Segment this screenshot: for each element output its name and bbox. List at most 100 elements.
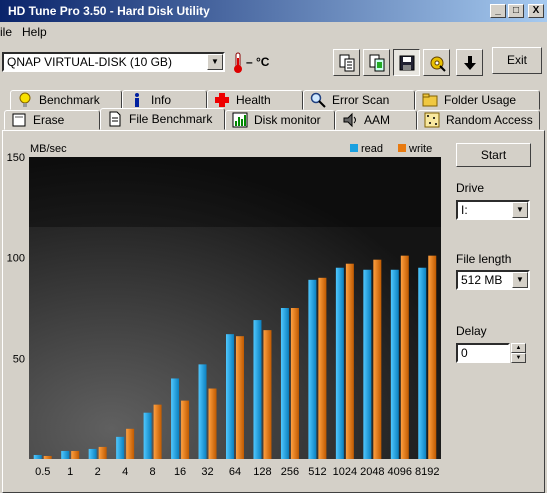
x-tick-label: 2048: [360, 466, 384, 478]
drive-combo-value: I:: [461, 203, 468, 217]
legend-read-swatch: [350, 144, 358, 152]
x-tick-label: 1024: [333, 466, 357, 478]
bar-read: [33, 454, 42, 459]
tab-health-label: Health: [236, 93, 271, 107]
tab-benchmark[interactable]: Benchmark: [10, 90, 122, 110]
bar-read: [308, 279, 317, 459]
copy-text-icon: [339, 54, 354, 71]
menu-file[interactable]: ile: [0, 25, 12, 39]
bar-read: [280, 308, 289, 459]
chevron-down-icon[interactable]: ▼: [512, 272, 528, 288]
bar-read: [88, 448, 97, 459]
delay-down-button[interactable]: ▼: [511, 353, 526, 363]
delay-input[interactable]: 0: [456, 343, 510, 363]
bar-read: [143, 412, 152, 459]
x-tick-label: 512: [308, 466, 326, 478]
menu-bar: ile Help: [0, 22, 547, 41]
close-button[interactable]: X: [528, 4, 544, 18]
x-tick-label: 4096: [388, 466, 412, 478]
erase-icon: [12, 113, 26, 127]
bar-read: [116, 436, 125, 459]
bar-write: [236, 336, 244, 459]
x-tick-label: 0.5: [35, 466, 50, 478]
x-tick-label: 256: [281, 466, 299, 478]
y-tick-label: 100: [7, 253, 25, 265]
file-length-combo[interactable]: 512 MB ▼: [456, 270, 530, 290]
bar-write: [373, 259, 382, 459]
temperature-readout: – °C: [246, 55, 270, 69]
bar-write: [290, 308, 299, 459]
speaker-icon: [343, 112, 356, 128]
x-tick-label: 32: [201, 466, 213, 478]
x-tick-label: 1: [67, 466, 73, 478]
legend-read-label: read: [361, 143, 383, 155]
file-length-label: File length: [456, 252, 512, 266]
x-tick-label: 64: [229, 466, 241, 478]
drive-selector[interactable]: QNAP VIRTUAL-DISK (10 GB) ▼: [2, 52, 225, 72]
tab-health[interactable]: Health: [207, 90, 303, 110]
minimize-button[interactable]: _: [490, 4, 506, 18]
info-icon: [135, 93, 139, 107]
exit-button[interactable]: Exit: [492, 47, 542, 74]
chevron-down-icon[interactable]: ▼: [512, 202, 528, 218]
bar-read: [253, 320, 262, 459]
bar-write: [71, 450, 80, 459]
tab-info[interactable]: Info: [122, 90, 207, 110]
tab-aam[interactable]: AAM: [335, 110, 417, 130]
copy-text-button[interactable]: [333, 49, 360, 76]
bar-write: [345, 263, 354, 459]
tab-benchmark-label: Benchmark: [39, 93, 100, 107]
health-cross-icon: [215, 93, 229, 107]
bar-write: [98, 446, 107, 459]
tab-folder-usage[interactable]: Folder Usage: [415, 90, 540, 110]
magnifier-icon: [310, 92, 326, 108]
legend-write-swatch: [398, 144, 406, 152]
plot-top-band: [29, 157, 441, 227]
bar-read: [390, 269, 399, 459]
legend-write-label: write: [408, 143, 432, 155]
bar-read: [61, 450, 70, 459]
y-tick-label: 150: [7, 152, 25, 164]
tab-folder-usage-label: Folder Usage: [444, 93, 517, 107]
maximize-button[interactable]: □: [508, 4, 524, 18]
tab-random-access[interactable]: Random Access: [417, 110, 540, 130]
save-button[interactable]: [393, 49, 420, 76]
bar-read: [226, 334, 234, 459]
benchmark-chart: MB/sec 50 100 150 0.5 1 2 4 8 16 32 64 128 256 512 10…: [3, 140, 445, 488]
bar-read: [171, 378, 180, 459]
chevron-down-icon[interactable]: ▼: [207, 54, 223, 70]
tab-erase[interactable]: Erase: [4, 110, 100, 130]
random-access-icon: [424, 112, 440, 128]
bar-read: [418, 267, 427, 459]
tab-info-label: Info: [151, 93, 172, 107]
drive-label: Drive: [456, 181, 485, 195]
tab-disk-monitor[interactable]: Disk monitor: [225, 110, 335, 130]
delay-input-value: 0: [461, 346, 468, 360]
copy-info-icon: [369, 54, 384, 71]
options-button[interactable]: [423, 49, 450, 76]
bar-read: [363, 269, 372, 459]
tab-error-scan[interactable]: Error Scan: [303, 90, 415, 110]
bar-write: [126, 428, 135, 459]
menu-help[interactable]: Help: [22, 25, 47, 39]
bar-write: [208, 388, 217, 459]
save-icon: [399, 55, 414, 70]
x-tick-label: 8: [150, 466, 156, 478]
bar-read: [198, 364, 207, 459]
bar-write: [43, 455, 52, 459]
copy-info-button[interactable]: [363, 49, 390, 76]
tab-disk-monitor-label: Disk monitor: [254, 113, 321, 127]
x-tick-label: 2: [95, 466, 101, 478]
tab-file-benchmark-label: File Benchmark: [129, 112, 213, 126]
y-tick-label: 50: [13, 353, 25, 365]
file-length-combo-value: 512 MB: [461, 273, 503, 287]
lightbulb-icon: [19, 92, 31, 107]
download-button[interactable]: [456, 49, 483, 76]
start-button[interactable]: Start: [456, 143, 531, 167]
tab-file-benchmark[interactable]: File Benchmark: [100, 108, 225, 130]
delay-up-button[interactable]: ▲: [511, 343, 526, 353]
drive-selector-value: QNAP VIRTUAL-DISK (10 GB): [7, 55, 172, 69]
toolbar: QNAP VIRTUAL-DISK (10 GB) ▼ – °C: [0, 43, 547, 79]
drive-combo[interactable]: I: ▼: [456, 200, 530, 220]
x-tick-label: 128: [253, 466, 271, 478]
